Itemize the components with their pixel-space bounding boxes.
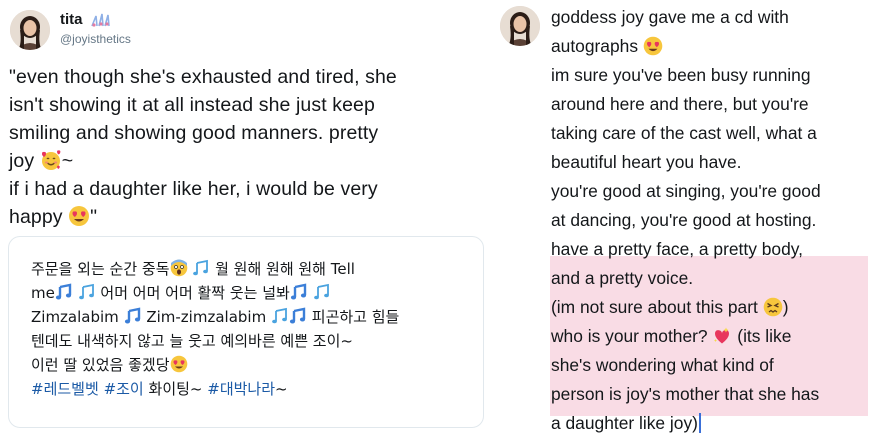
tweet-line: "even though she's exhausted and tired, … — [9, 66, 397, 88]
quote-segment: 주문을 외는 순간 중독 — [31, 260, 170, 278]
text-segment: ) — [782, 297, 789, 317]
quote-segment: 텐데도 내색하지 않고 늘 웃고 예의바른 예쁜 조이 — [31, 332, 341, 350]
text-line: goddess joy gave me a cd with — [551, 7, 789, 27]
heart-eyes-emoji-icon — [68, 205, 90, 227]
tweet-line: smiling and showing good manners. pretty — [9, 122, 379, 144]
quote-segment: 이런 딸 있었음 좋겠당 — [31, 356, 170, 374]
quote-segment: ~ — [340, 332, 353, 350]
text-line: a daughter like joy) — [551, 409, 871, 438]
tweet-text: "even though she's exhausted and tired, … — [9, 63, 481, 231]
text-line: autographs — [551, 32, 871, 61]
quote-segment: 화이팅~ — [148, 380, 203, 398]
quote-segment: 피곤하고 힘들 — [311, 308, 400, 326]
text-line: around here and there, but you're — [551, 94, 809, 114]
tweet-line: " — [90, 206, 98, 228]
text-line: taking care of the cast well, what a — [551, 123, 817, 143]
music-bars-emoji-icon — [89, 12, 111, 28]
quote-segment: ~ — [275, 380, 288, 398]
tweet-line: if i had a daughter like her, i would be… — [9, 178, 378, 200]
quote-segment: me — [31, 284, 55, 302]
tweet-line: ~ — [61, 150, 74, 172]
avatar-photo-icon — [500, 6, 540, 46]
text-line: who is your mother? (its like — [551, 322, 871, 351]
text-segment: (im not sure about this part — [551, 297, 758, 317]
text-line: person is joy's mother that she has — [551, 384, 820, 404]
avatar[interactable] — [10, 10, 50, 50]
quoted-tweet-text: 주문을 외는 순간 중독 월 원해 원해 원해 Tell me 어머 어머 어머… — [31, 257, 471, 401]
text-line: at dancing, you're good at hosting. — [551, 210, 817, 230]
music-notes-emoji-icon — [192, 259, 210, 277]
scream-emoji-icon — [170, 259, 188, 277]
text-line: you're good at singing, you're good — [551, 181, 821, 201]
persevering-face-emoji-icon — [763, 297, 783, 317]
text-line: she's wondering what kind of — [551, 355, 774, 375]
heart-eyes-emoji-icon — [643, 36, 663, 56]
user-handle[interactable]: @joyisthetics — [60, 32, 131, 46]
hashtag-link[interactable]: #대박나라 — [207, 380, 275, 398]
music-note-emoji-icon — [124, 307, 142, 325]
text-line: have a pretty face, a pretty body,​ — [551, 235, 871, 264]
quote-segment: Zim-zimzalabim — [146, 308, 267, 326]
music-note-emoji-icon — [55, 283, 73, 301]
translation-text: goddess joy gave me a cd with autographs… — [551, 3, 871, 438]
subtitle-panel: goddess joy gave me a cd with autographs… — [488, 0, 888, 433]
text-segment: who is your mother? — [551, 326, 708, 346]
music-notes-emoji-icon — [78, 283, 96, 301]
heart-eyes-emoji-icon — [170, 355, 188, 373]
music-notes-emoji-icon — [313, 283, 331, 301]
sparkling-heart-emoji-icon — [712, 326, 732, 346]
text-line: and a pretty voice. — [551, 268, 694, 288]
quote-segment: 어머 어머 어머 활짝 웃는 널봐 — [100, 284, 290, 302]
quoted-tweet-card[interactable]: 주문을 외는 순간 중독 월 원해 원해 원해 Tell me 어머 어머 어머… — [8, 236, 484, 428]
avatar[interactable] — [500, 6, 540, 46]
text-line: beautiful heart you have. — [551, 152, 742, 172]
tweet-line: isn't showing it at all instead she just… — [9, 94, 375, 116]
tweet-panel: tita @joyisthetics "even though she's ex… — [0, 0, 488, 428]
tweet-line: happy — [9, 206, 63, 228]
hashtag-link[interactable]: #레드벨벳 — [31, 380, 99, 398]
hashtag-link[interactable]: #조이 — [104, 380, 144, 398]
user-name[interactable]: tita — [60, 11, 83, 28]
text-segment: (its like — [737, 326, 792, 346]
smiling-face-with-hearts-emoji-icon — [40, 149, 62, 171]
text-segment: have a pretty face, a pretty body, — [551, 239, 803, 259]
text-segment: a daughter like joy) — [551, 413, 698, 433]
tweet-line: joy — [9, 150, 35, 172]
text-cursor — [698, 413, 701, 433]
text-line: im sure you've been busy running — [551, 65, 811, 85]
music-note-emoji-icon — [290, 283, 308, 301]
text-segment: autographs — [551, 36, 639, 56]
music-note-emoji-icon — [289, 307, 307, 325]
quote-segment: Zimzalabim — [31, 308, 119, 326]
text-line: (im not sure about this part ) — [551, 293, 871, 322]
avatar-photo-icon — [10, 10, 50, 50]
quote-segment: 월 원해 원해 원해 Tell — [215, 260, 355, 278]
user-name-row: tita — [60, 11, 111, 28]
music-notes-emoji-icon — [271, 307, 289, 325]
